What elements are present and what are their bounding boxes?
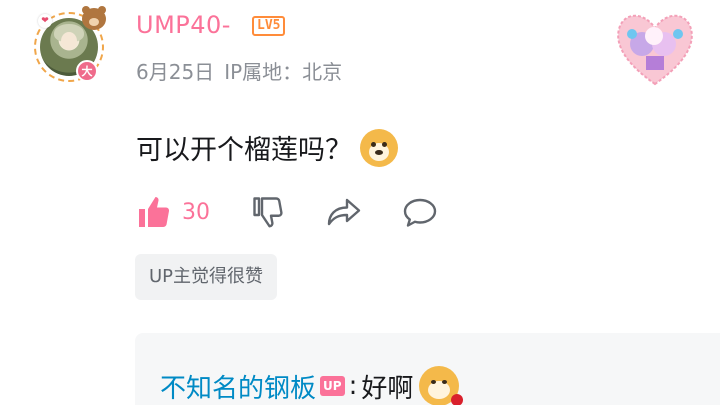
level-badge: LV5: [252, 16, 286, 36]
decoration-garland-icon: [617, 14, 693, 86]
reply-separator: :: [348, 371, 358, 401]
doge-rose-emoji: [419, 366, 464, 405]
comment-actions: 30: [136, 192, 478, 232]
dislike-icon: [253, 197, 283, 228]
reply-icon: [403, 198, 437, 227]
comment-content: 可以开个榴莲吗？: [136, 128, 398, 167]
comment-meta: 6月25日 IP属地：北京: [136, 56, 352, 85]
ip-location: IP属地：北京: [224, 60, 343, 84]
up-liked-tag: UP主觉得很赞: [135, 254, 278, 300]
like-count: 30: [182, 199, 210, 225]
share-icon: [327, 198, 361, 226]
bear-icon: [82, 6, 106, 30]
like-button[interactable]: 30: [136, 194, 210, 230]
reply-button[interactable]: [402, 194, 438, 230]
username[interactable]: UMP40-: [136, 11, 231, 39]
reply-username[interactable]: 不知名的钢板: [160, 368, 316, 405]
dislike-button[interactable]: [250, 194, 286, 230]
reply-item[interactable]: 不知名的钢板 UP : 好啊: [160, 366, 464, 405]
comment-text: 可以开个榴莲吗？: [136, 135, 352, 166]
doge-emoji: [360, 128, 398, 167]
fan-badge: 大: [76, 60, 98, 82]
share-button[interactable]: [326, 194, 362, 230]
like-icon: [139, 197, 170, 227]
up-badge: UP: [320, 376, 345, 396]
heart-icon: ❤: [38, 14, 52, 28]
comment-date: 6月25日: [136, 60, 215, 84]
avatar[interactable]: ❤ 大: [30, 6, 108, 86]
reply-text: 好啊: [361, 373, 414, 404]
